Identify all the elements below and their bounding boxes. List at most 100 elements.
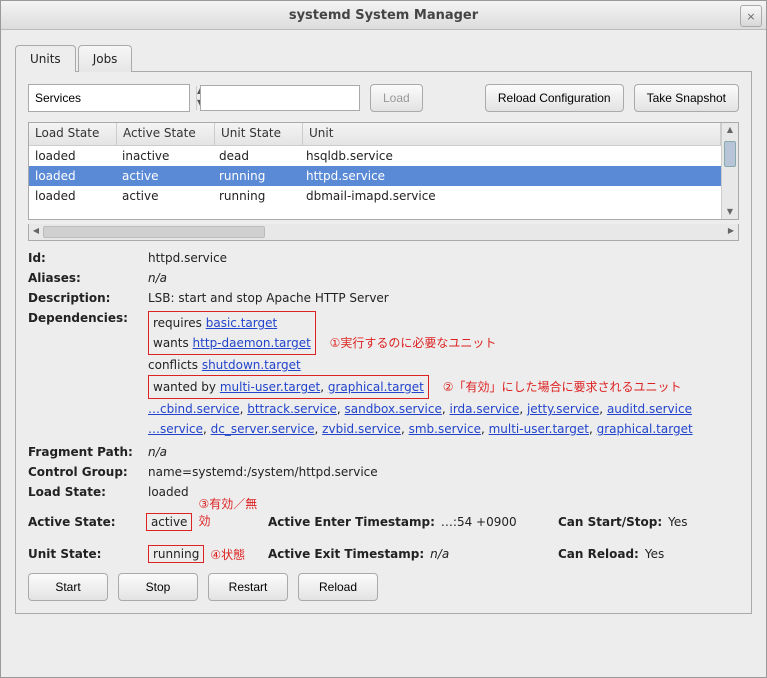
link-dep[interactable]: auditd.service — [607, 402, 692, 416]
close-icon[interactable]: × — [740, 5, 762, 27]
link-shutdown-target[interactable]: shutdown.target — [202, 358, 301, 372]
annotation-1: ①実行するのに必要なユニット — [330, 336, 497, 350]
cell: active — [116, 189, 213, 203]
label-fragment-path: Fragment Path: — [28, 445, 148, 459]
annotation-4: ④状態 — [210, 546, 245, 563]
horizontal-scrollbar[interactable]: ◀ ▶ — [28, 224, 739, 241]
toolbar: ▲ ▼ Load Reload Configuration Take Snaps… — [28, 84, 739, 112]
cell: loaded — [29, 149, 116, 163]
label-active-exit: Active Exit Timestamp: — [268, 547, 424, 561]
value-active-enter: …:54 +0900 — [441, 515, 517, 529]
filter-combo[interactable]: ▲ ▼ — [28, 84, 190, 112]
table-row[interactable]: loadedactiverunningdbmail-imapd.service — [29, 186, 721, 206]
link-more[interactable]: … — [148, 422, 160, 436]
annotation-2: ②「有効」にした場合に要求されるユニット — [443, 380, 682, 394]
detail-panel: Id: httpd.service Aliases: n/a Descripti… — [28, 251, 739, 563]
value-id: httpd.service — [148, 251, 739, 265]
tab-panel: ▲ ▼ Load Reload Configuration Take Snaps… — [15, 71, 752, 614]
link-dep[interactable]: bttrack.service — [247, 402, 337, 416]
link-dep[interactable]: dc_server.service — [211, 422, 315, 436]
value-aliases: n/a — [148, 271, 739, 285]
annotation-box-1: requires basic.target wants http-daemon.… — [148, 311, 316, 355]
vertical-scrollbar[interactable]: ▲ ▼ — [721, 123, 738, 219]
scroll-right-icon[interactable]: ▶ — [724, 224, 738, 240]
table-row[interactable]: loadedactiverunninghttpd.service — [29, 166, 721, 186]
label-unit-state: Unit State: — [28, 547, 148, 561]
label-dependencies: Dependencies: — [28, 311, 148, 325]
label-active-enter: Active Enter Timestamp: — [268, 515, 435, 529]
tab-units[interactable]: Units — [15, 45, 76, 72]
col-active-state[interactable]: Active State — [117, 123, 215, 145]
reload-config-button[interactable]: Reload Configuration — [485, 84, 624, 112]
value-description: LSB: start and stop Apache HTTP Server — [148, 291, 739, 305]
link-more[interactable]: … — [148, 402, 160, 416]
cell: loaded — [29, 189, 116, 203]
value-control-group: name=systemd:/system/httpd.service — [148, 465, 739, 479]
value-fragment-path: n/a — [148, 445, 739, 459]
label-can-reload: Can Reload: — [558, 547, 639, 561]
label-control-group: Control Group: — [28, 465, 148, 479]
link-dep[interactable]: cbind.service — [160, 402, 240, 416]
label-aliases: Aliases: — [28, 271, 148, 285]
search-input[interactable] — [200, 85, 360, 111]
cell: dead — [213, 149, 300, 163]
titlebar: systemd System Manager × — [1, 1, 766, 30]
annotation-3: ③有効／無効 — [198, 495, 268, 529]
label-description: Description: — [28, 291, 148, 305]
hscroll-thumb[interactable] — [43, 226, 265, 238]
value-unit-state: running — [148, 545, 204, 563]
value-can-reload: Yes — [645, 547, 664, 561]
scroll-up-icon[interactable]: ▲ — [722, 123, 738, 137]
scroll-thumb[interactable] — [724, 141, 736, 167]
cell: active — [116, 169, 213, 183]
col-load-state[interactable]: Load State — [29, 123, 117, 145]
scroll-left-icon[interactable]: ◀ — [29, 224, 43, 240]
table-header: Load State Active State Unit State Unit — [29, 123, 721, 146]
annotation-box-2: wanted by multi-user.target, graphical.t… — [148, 375, 429, 399]
filter-input[interactable] — [29, 87, 196, 109]
tab-bar: Units Jobs — [15, 44, 752, 71]
cell: loaded — [29, 169, 116, 183]
label-can-startstop: Can Start/Stop: — [558, 515, 662, 529]
link-dep[interactable]: jetty.service — [527, 402, 599, 416]
value-can-startstop: Yes — [668, 515, 687, 529]
stop-button[interactable]: Stop — [118, 573, 198, 601]
link-dep[interactable]: zvbid.service — [322, 422, 401, 436]
restart-button[interactable]: Restart — [208, 573, 288, 601]
cell: running — [213, 169, 300, 183]
cell: hsqldb.service — [300, 149, 721, 163]
link-graphical-target[interactable]: graphical.target — [328, 380, 424, 394]
cell: inactive — [116, 149, 213, 163]
start-button[interactable]: Start — [28, 573, 108, 601]
label-id: Id: — [28, 251, 148, 265]
link-dep[interactable]: service — [160, 422, 203, 436]
tab-jobs[interactable]: Jobs — [78, 45, 133, 72]
link-dep[interactable]: sandbox.service — [345, 402, 442, 416]
value-dependencies: requires basic.target wants http-daemon.… — [148, 311, 739, 439]
link-basic-target[interactable]: basic.target — [206, 316, 277, 330]
label-active-state: Active State: — [28, 515, 146, 529]
link-dep[interactable]: graphical.target — [597, 422, 693, 436]
load-button[interactable]: Load — [370, 84, 423, 112]
link-http-daemon-target[interactable]: http-daemon.target — [193, 336, 311, 350]
link-dep[interactable]: multi-user.target — [489, 422, 589, 436]
cell: running — [213, 189, 300, 203]
table-row[interactable]: loadedinactivedeadhsqldb.service — [29, 146, 721, 166]
action-buttons: Start Stop Restart Reload — [28, 573, 739, 601]
link-dep[interactable]: irda.service — [450, 402, 520, 416]
cell: dbmail-imapd.service — [300, 189, 721, 203]
value-active-state: active — [146, 513, 192, 531]
unit-table: Load State Active State Unit State Unit … — [28, 122, 739, 220]
col-unit[interactable]: Unit — [303, 123, 721, 145]
label-load-state: Load State: — [28, 485, 148, 499]
window: systemd System Manager × Units Jobs ▲ ▼ … — [0, 0, 767, 678]
link-multi-user-target[interactable]: multi-user.target — [220, 380, 320, 394]
cell: httpd.service — [300, 169, 721, 183]
scroll-down-icon[interactable]: ▼ — [722, 205, 738, 219]
col-unit-state[interactable]: Unit State — [215, 123, 303, 145]
value-active-exit: n/a — [430, 547, 449, 561]
link-dep[interactable]: smb.service — [409, 422, 481, 436]
take-snapshot-button[interactable]: Take Snapshot — [634, 84, 739, 112]
reload-button[interactable]: Reload — [298, 573, 378, 601]
window-title: systemd System Manager — [289, 8, 478, 23]
